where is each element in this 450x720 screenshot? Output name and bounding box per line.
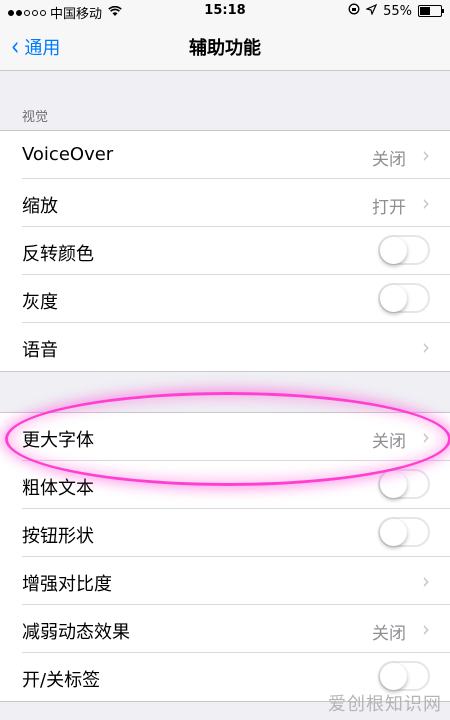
- row-label: 语音: [22, 340, 58, 361]
- row-grayscale: 灰度: [0, 275, 450, 323]
- battery-icon: [418, 5, 444, 17]
- row-larger-text[interactable]: 更大字体 关闭 ›: [0, 413, 450, 461]
- row-speech[interactable]: 语音 ›: [0, 323, 450, 371]
- page-title: 辅助功能: [189, 38, 261, 59]
- toggle-knob: [380, 663, 407, 690]
- toggle-knob: [380, 471, 407, 498]
- chevron-right-icon: ›: [422, 141, 430, 169]
- row-label: 增强对比度: [22, 574, 112, 595]
- settings-group-vision: VoiceOver 关闭 › 缩放 打开 › 反转颜色 灰度 语音 ›: [0, 130, 450, 372]
- chevron-right-icon: ›: [422, 423, 430, 451]
- chevron-right-icon: ›: [422, 615, 430, 643]
- location-icon: [365, 3, 378, 19]
- status-bar: 中国移动 15:18 55%: [0, 0, 450, 22]
- toggle-knob: [380, 519, 407, 546]
- toggle-knob: [380, 285, 407, 312]
- navigation-bar: ‹ 通用 辅助功能: [0, 22, 450, 71]
- section-header-vision: 视觉: [22, 110, 49, 125]
- row-button-shapes: 按钮形状: [0, 509, 450, 557]
- row-label: 更大字体: [22, 430, 94, 451]
- bold-text-toggle[interactable]: [378, 469, 430, 499]
- status-right: 55%: [348, 3, 444, 19]
- on-off-labels-toggle[interactable]: [378, 661, 430, 691]
- row-label: 缩放: [22, 196, 58, 217]
- row-label: VoiceOver: [22, 144, 114, 165]
- row-voiceover[interactable]: VoiceOver 关闭 ›: [0, 131, 450, 179]
- settings-group-text: 更大字体 关闭 › 粗体文本 按钮形状 增强对比度 › 减弱动态效果 关闭 › …: [0, 412, 450, 702]
- invert-colors-toggle[interactable]: [378, 235, 430, 265]
- row-zoom[interactable]: 缩放 打开 ›: [0, 179, 450, 227]
- row-label: 按钮形状: [22, 526, 94, 547]
- row-label: 灰度: [22, 292, 58, 313]
- rotation-lock-icon: [348, 3, 360, 19]
- chevron-right-icon: ›: [422, 567, 430, 595]
- row-bold-text: 粗体文本: [0, 461, 450, 509]
- grayscale-toggle[interactable]: [378, 283, 430, 313]
- row-invert-colors: 反转颜色: [0, 227, 450, 275]
- row-increase-contrast[interactable]: 增强对比度 ›: [0, 557, 450, 605]
- row-value: 关闭: [372, 624, 406, 644]
- button-shapes-toggle[interactable]: [378, 517, 430, 547]
- row-value: 关闭: [372, 432, 406, 452]
- toggle-knob: [380, 237, 407, 264]
- watermark: 爱创根知识网: [328, 694, 442, 715]
- chevron-right-icon: ›: [422, 333, 430, 361]
- row-label: 粗体文本: [22, 478, 94, 499]
- chevron-right-icon: ›: [422, 189, 430, 217]
- row-value: 关闭: [372, 150, 406, 170]
- row-label: 开/关标签: [22, 670, 101, 691]
- row-value: 打开: [372, 198, 406, 218]
- row-label: 减弱动态效果: [22, 622, 130, 643]
- row-label: 反转颜色: [22, 244, 94, 265]
- battery-percent: 55%: [383, 3, 412, 19]
- row-reduce-motion[interactable]: 减弱动态效果 关闭 ›: [0, 605, 450, 653]
